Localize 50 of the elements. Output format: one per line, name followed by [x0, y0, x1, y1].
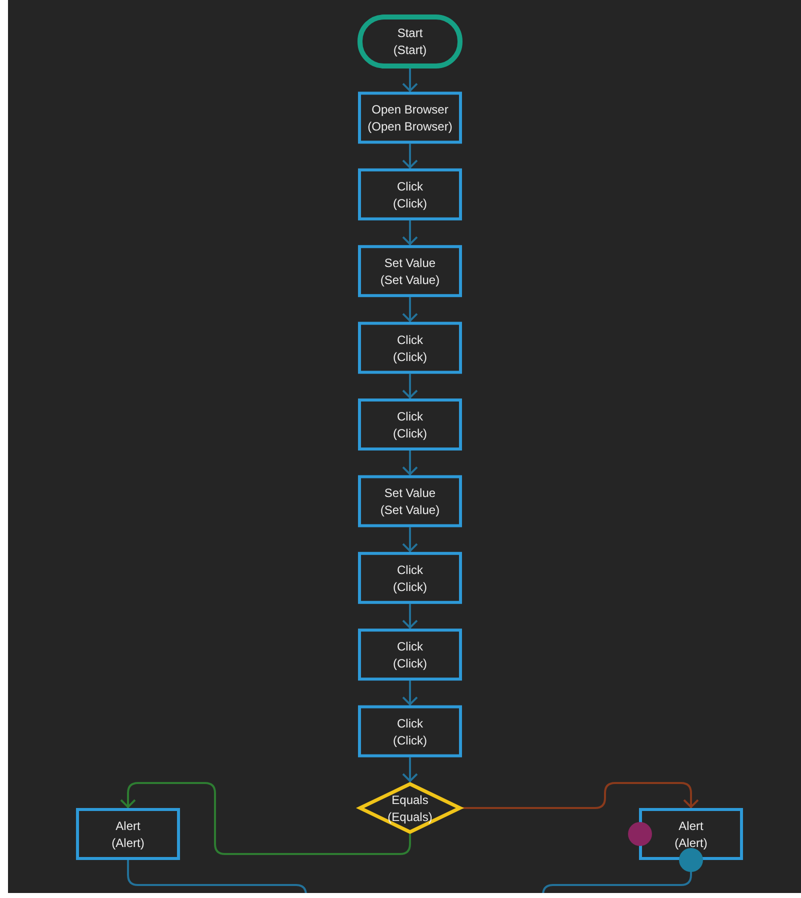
- node-subtitle: (Start): [393, 43, 427, 57]
- node-subtitle: (Click): [393, 426, 427, 440]
- node-title: Click: [397, 716, 423, 730]
- node-title: Alert: [116, 819, 140, 833]
- node-subtitle: (Click): [393, 733, 427, 748]
- connector-arrow: [402, 144, 418, 169]
- action-node[interactable]: [358, 92, 462, 144]
- node-title: Click: [397, 332, 423, 347]
- node-subtitle: (Set Value): [380, 503, 440, 518]
- action-node[interactable]: [358, 398, 462, 450]
- node-title: Equals: [392, 793, 428, 807]
- action-node[interactable]: [358, 475, 462, 528]
- action-node[interactable]: [358, 705, 462, 758]
- connector-arrow: [402, 604, 418, 630]
- action-node[interactable]: [76, 808, 180, 860]
- node-subtitle: (Set Value): [380, 273, 440, 288]
- node-title: Click: [397, 640, 423, 654]
- connector-arrow: [402, 680, 418, 706]
- action-node[interactable]: [358, 245, 462, 298]
- start-node[interactable]: [358, 14, 462, 68]
- connector-arrow: [402, 450, 418, 476]
- connector-arrow: [402, 220, 418, 246]
- connector-arrow: [402, 527, 418, 552]
- node-title: Set Value: [384, 486, 436, 500]
- node-subtitle: (Alert): [674, 836, 708, 850]
- node-subtitle: (Open Browser): [368, 120, 452, 134]
- action-node[interactable]: [358, 628, 462, 681]
- node-subtitle: (Click): [393, 580, 427, 594]
- node-subtitle: (Click): [393, 656, 427, 671]
- port-dot[interactable]: [628, 822, 652, 846]
- node-title: Alert: [678, 819, 704, 833]
- node-title: Start: [397, 26, 423, 40]
- port-dot[interactable]: [679, 848, 703, 872]
- node-title: Click: [397, 562, 423, 577]
- node-subtitle: (Click): [393, 350, 427, 364]
- action-node[interactable]: [358, 322, 462, 374]
- action-node[interactable]: [639, 808, 743, 860]
- node-title: Click: [397, 410, 423, 424]
- node-subtitle: (Equals): [388, 810, 432, 824]
- node-title: Set Value: [384, 256, 436, 270]
- connector-arrow: [402, 68, 418, 92]
- node-title: Click: [397, 179, 423, 194]
- connector-arrow: [402, 297, 418, 322]
- node-subtitle: (Alert): [112, 836, 144, 850]
- node-title: Open Browser: [372, 102, 448, 117]
- connector-arrow: [402, 374, 418, 399]
- node-subtitle: (Click): [393, 196, 427, 210]
- decision-node[interactable]: [356, 782, 464, 834]
- action-node[interactable]: [358, 168, 462, 220]
- action-node[interactable]: [358, 552, 462, 604]
